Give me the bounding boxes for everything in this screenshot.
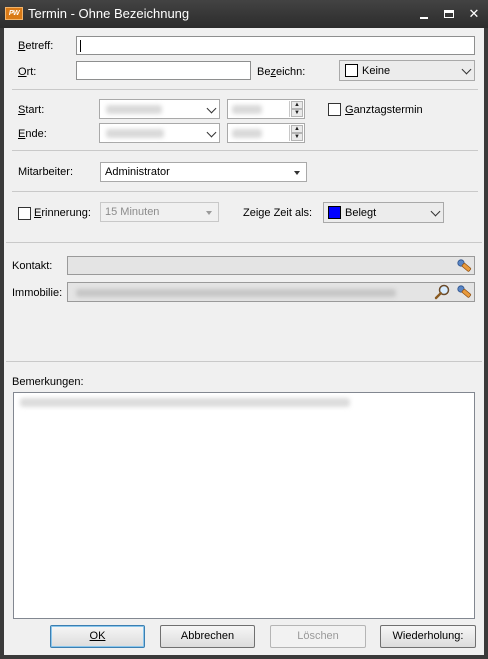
kontakt-field[interactable] [67,256,475,275]
dialog-body: Betreff: Ort: Bezeichn: Keine Start: ▲ ▼… [4,28,484,655]
mitarbeiter-label: Mitarbeiter: [18,166,74,178]
magnifier-search-icon[interactable] [434,283,452,301]
immobilie-label: Immobilie: [12,287,63,299]
maximize-button[interactable] [439,5,459,23]
window-title: Termin - Ohne Bezeichnung [28,6,190,21]
bezeichn-select[interactable]: Keine [339,60,475,81]
start-time-value-redacted [232,105,262,114]
close-icon: ✕ [468,6,480,21]
chevron-down-icon [206,127,217,138]
chevron-down-icon [461,64,472,75]
property-picker-icon[interactable] [455,283,473,301]
end-time-value-redacted [232,129,262,138]
ende-label: Ende: [18,128,47,140]
bemerkungen-label: Bemerkungen: [12,376,84,388]
maximize-icon [444,10,454,18]
app-logo-icon: PW [5,7,23,20]
erinnerung-checkbox[interactable] [18,207,31,220]
ort-label: Ort: [18,66,37,78]
chevron-down-icon [206,103,217,114]
text-cursor [80,40,81,52]
start-time-spinner[interactable]: ▲ ▼ [289,101,303,117]
erinnerung-value: 15 Minuten [105,206,160,218]
mitarbeiter-select[interactable]: Administrator [100,162,307,182]
bezeichn-label: Bezeichn: [257,66,306,78]
mitarbeiter-value: Administrator [105,166,170,178]
separator [12,150,478,151]
ok-button[interactable]: OK [50,625,145,648]
dropdown-arrow-icon [206,211,212,215]
ganztagstermin-checkbox[interactable] [328,103,341,116]
immobilie-value-redacted [76,289,396,297]
zeige-zeit-value: Belegt [345,207,377,219]
zeige-zeit-label: Zeige Zeit als: [243,207,313,219]
start-label: Start: [18,104,45,116]
bemerkungen-value-redacted [20,398,350,407]
abbrechen-button[interactable]: Abbrechen [160,625,255,648]
bezeichn-value: Keine [362,65,391,77]
betreff-input[interactable] [76,36,475,55]
ort-input[interactable] [76,61,251,80]
betreff-label: Betreff: [18,40,54,52]
start-time-input[interactable]: ▲ ▼ [227,99,305,119]
spin-down-icon[interactable]: ▼ [291,133,303,141]
close-button[interactable]: ✕ [464,5,484,23]
erinnerung-label: Erinnerung: [34,207,91,219]
spin-up-icon[interactable]: ▲ [291,101,303,109]
start-date-value-redacted [106,105,162,114]
ganztagstermin-label: Ganztagstermin [345,104,423,116]
immobilie-field[interactable] [67,282,475,302]
bemerkungen-textarea[interactable] [13,392,475,619]
spin-down-icon[interactable]: ▼ [291,109,303,117]
erinnerung-select[interactable]: 15 Minuten [100,202,219,222]
chevron-down-icon [430,206,441,217]
separator [6,242,482,243]
bezeichn-color-swatch [345,64,358,77]
end-date-select[interactable] [99,123,220,143]
minimize-button[interactable] [414,5,434,23]
separator [12,89,478,90]
kontakt-label: Kontakt: [12,260,53,272]
dropdown-arrow-icon [294,171,300,175]
wiederholung-button[interactable]: Wiederholung: [380,625,476,648]
zeige-zeit-select[interactable]: Belegt [323,202,444,223]
separator [12,191,478,192]
spin-up-icon[interactable]: ▲ [291,125,303,133]
belegt-color-swatch [328,206,341,219]
contact-picker-icon[interactable] [455,257,473,275]
minimize-icon [420,17,428,19]
start-date-select[interactable] [99,99,220,119]
end-time-input[interactable]: ▲ ▼ [227,123,305,143]
end-date-value-redacted [106,129,164,138]
title-bar: PW Termin - Ohne Bezeichnung ✕ [0,0,488,28]
separator [6,361,482,362]
end-time-spinner[interactable]: ▲ ▼ [289,125,303,141]
loeschen-button[interactable]: Löschen [270,625,366,648]
